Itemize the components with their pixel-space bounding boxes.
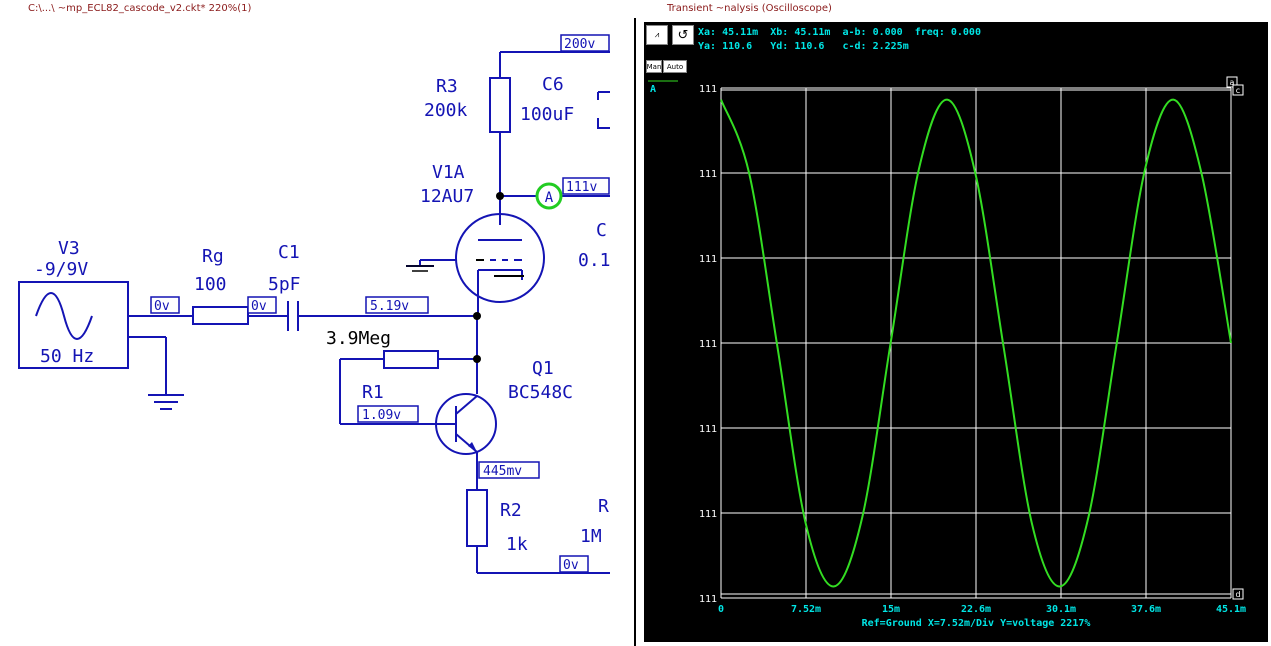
y-tick-label: 111	[699, 509, 717, 520]
c1-name: C1	[278, 242, 300, 263]
r2-name: R2	[500, 500, 522, 521]
y-tick-label: 111	[699, 424, 717, 435]
node-label-source-out: 0v	[154, 299, 170, 314]
cursor-label-d: d	[1235, 590, 1240, 599]
q1-name: Q1	[532, 358, 554, 379]
v3-value: -9/9V	[34, 259, 88, 280]
scope-window-title: Transient ~nalysis (Oscilloscope)	[667, 3, 832, 14]
rg-value: 100	[194, 274, 227, 295]
v3-name: V3	[58, 238, 80, 259]
c6-value: 100uF	[520, 104, 574, 125]
v1a-value: 12AU7	[420, 186, 474, 207]
sine-wave-icon	[35, 292, 93, 340]
oscilloscope-panel[interactable]: 111 111 111 111 111 111 111 0 7.52m 15m 22.6m 30.1m…	[644, 22, 1268, 642]
x-tick-label: 15m	[882, 604, 900, 615]
redraw-toolbar-button[interactable]: ↺	[672, 25, 694, 45]
c-partial-name: C	[596, 220, 607, 241]
x-tick-label: 37.6m	[1131, 604, 1161, 615]
schematic-window-title: C:\...\ ~mp_ECL82_cascode_v2.ckt* 220%(1…	[28, 3, 252, 14]
v3-frequency: 50 Hz	[40, 346, 94, 367]
q1-value: BC548C	[508, 382, 573, 403]
cursor-readout-line2: Ya: 110.6 Yd: 110.6 c-d: 2.225m	[698, 41, 909, 52]
x-tick-label: 22.6m	[961, 604, 991, 615]
oscilloscope-plot[interactable]: 1111111111111111111110 7.52m 15m 22.6m 30.1m…	[644, 22, 1268, 642]
r3-name: R3	[436, 76, 458, 97]
resistor-r3[interactable]	[489, 77, 511, 133]
y-tick-label: 111	[699, 169, 717, 180]
emitter-arrow-icon	[468, 442, 477, 452]
redraw-icon: ↺	[677, 27, 689, 43]
resistor-rg[interactable]	[192, 306, 249, 325]
x-tick-label: 30.1m	[1046, 604, 1076, 615]
r-partial-name: R	[598, 496, 609, 517]
window-divider[interactable]	[634, 18, 636, 646]
bias-resistor-value: 3.9Meg	[326, 328, 391, 349]
probe-label: A	[545, 190, 554, 206]
c6-name: C6	[542, 74, 564, 95]
r1-name: R1	[362, 382, 384, 403]
c-partial-value: 0.1	[578, 250, 611, 271]
node-label-grid: 5.19v	[370, 299, 409, 314]
resistor-bias[interactable]	[383, 350, 439, 369]
y-tick-label: 111	[699, 339, 717, 350]
node-label-emitter: 445mv	[483, 464, 522, 479]
y-tick-label: 111	[699, 254, 717, 265]
r2-value: 1k	[506, 534, 528, 555]
cursor-readout-line1: Xa: 45.11m Xb: 45.11m a-b: 0.000 freq: 0…	[698, 27, 981, 38]
node-label-supply: 200v	[564, 37, 595, 52]
man-button[interactable]: Man	[646, 60, 662, 73]
node-label-bottom: 0v	[563, 558, 579, 573]
cursor-label-c: c	[1236, 86, 1240, 95]
c1-value: 5pF	[268, 274, 301, 295]
r3-value: 200k	[424, 100, 468, 121]
trace-label: A	[650, 84, 656, 95]
v1a-name: V1A	[432, 162, 465, 183]
y-tick-label: 111	[699, 594, 717, 605]
node-label-plate: 111v	[566, 180, 597, 195]
auto-button[interactable]: Auto	[663, 60, 687, 73]
stepping-toolbar-button[interactable]: ⩘	[646, 25, 668, 45]
node-label-rg-out: 0v	[251, 299, 267, 314]
waveform-icon: ⩘	[654, 30, 660, 39]
resistor-r2[interactable]	[466, 489, 488, 547]
scope-footer: Ref=Ground X=7.52m/Div Y=voltage 2217%	[862, 617, 1091, 629]
rg-name: Rg	[202, 246, 224, 267]
x-tick-label: 7.52m	[791, 604, 821, 615]
x-tick-label: 0	[718, 604, 724, 615]
node-label-base: 1.09v	[362, 408, 401, 423]
r-partial-value: 1M	[580, 526, 602, 547]
x-tick-label: 45.1m	[1216, 604, 1246, 615]
vacuum-tube-v1a[interactable]	[455, 213, 545, 303]
schematic-canvas[interactable]: A V3 -9/9V 50 Hz Rg 100 C1 5pF R3 200k C…	[0, 16, 634, 646]
y-tick-label: 111	[699, 84, 717, 95]
